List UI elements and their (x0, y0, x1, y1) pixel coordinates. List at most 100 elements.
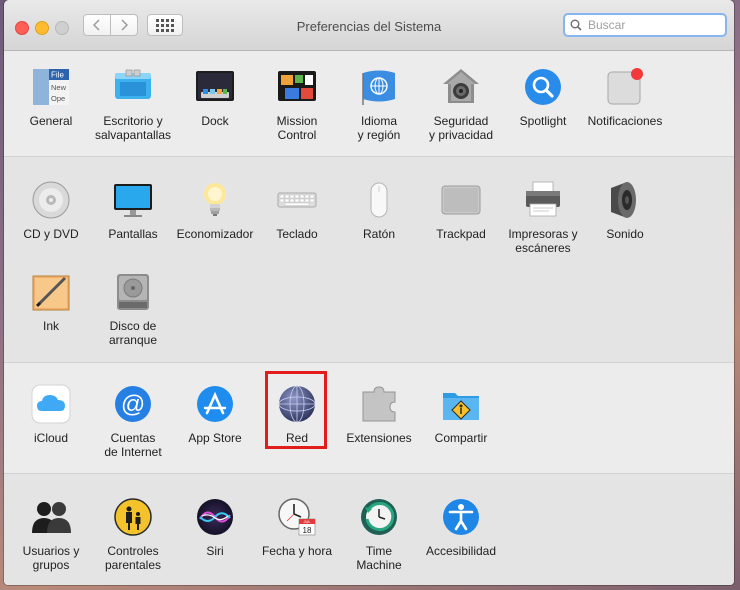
pref-label: Idioma y región (357, 114, 401, 142)
svg-text:18: 18 (303, 526, 312, 535)
pref-notifications[interactable]: Notificaciones (584, 66, 666, 128)
pref-desktop-screensaver[interactable]: Escritorio y salvapantallas (92, 66, 174, 142)
desktop-screensaver-icon (112, 66, 154, 108)
system-preferences-window: Preferencias del Sistema File New Ope (4, 0, 734, 585)
spotlight-icon (522, 66, 564, 108)
printers-scanners-icon (522, 179, 564, 221)
energy-saver-icon (194, 179, 236, 221)
pref-label: Economizador (176, 227, 254, 241)
pref-label: Compartir (434, 431, 488, 445)
close-window-button[interactable] (15, 21, 29, 35)
personal-section: File New Ope General Escritorio y salvap… (4, 51, 734, 155)
pref-label: Cuentas de Internet (104, 431, 162, 459)
language-region-icon (358, 66, 400, 108)
pref-keyboard[interactable]: Teclado (256, 179, 338, 241)
internet-section: iCloud @ Cuentas de Internet App Store R… (4, 362, 734, 473)
sharing-icon (440, 383, 482, 425)
pref-label: Trackpad (436, 227, 486, 241)
pref-label: Escritorio y salvapantallas (94, 114, 172, 142)
pref-mouse[interactable]: Ratón (338, 179, 420, 241)
pref-dock[interactable]: Dock (174, 66, 256, 128)
pref-sound[interactable]: Sonido (584, 179, 666, 241)
displays-icon (112, 179, 154, 221)
pref-cd-dvd[interactable]: CD y DVD (10, 179, 92, 241)
date-time-icon: JUL 18 (276, 496, 318, 538)
title-bar: Preferencias del Sistema (4, 0, 734, 51)
pref-label: CD y DVD (23, 227, 79, 241)
icloud-icon (30, 383, 72, 425)
pref-startup-disk[interactable]: Disco de arranque (92, 271, 174, 347)
pref-trackpad[interactable]: Trackpad (420, 179, 502, 241)
zoom-window-button[interactable] (55, 21, 69, 35)
mouse-icon (358, 179, 400, 221)
pref-energy-saver[interactable]: Economizador (174, 179, 256, 241)
pref-icloud[interactable]: iCloud (10, 383, 92, 445)
forward-button[interactable] (110, 14, 138, 36)
back-button[interactable] (83, 14, 111, 36)
pref-label: Siri (206, 544, 224, 558)
trackpad-icon (440, 179, 482, 221)
minimize-window-button[interactable] (35, 21, 49, 35)
grid-icon (156, 18, 174, 32)
pref-label: Teclado (276, 227, 318, 241)
pref-label: Impresoras y escáneres (508, 227, 578, 255)
pref-date-time[interactable]: JUL 18 Fecha y hora (256, 496, 338, 558)
pref-displays[interactable]: Pantallas (92, 179, 174, 241)
pref-label: Extensiones (346, 431, 412, 445)
svg-text:@: @ (121, 391, 145, 418)
svg-text:JUL: JUL (303, 519, 311, 524)
pref-users-groups[interactable]: Usuarios y grupos (10, 496, 92, 572)
pref-security-privacy[interactable]: Seguridad y privacidad (420, 66, 502, 142)
pref-label: Mission Control (276, 114, 318, 142)
search-input[interactable] (586, 17, 710, 33)
mission-control-icon (276, 66, 318, 108)
notifications-icon (604, 66, 646, 108)
pref-label: Fecha y hora (261, 544, 333, 558)
dock-icon (194, 66, 236, 108)
startup-disk-icon (112, 271, 154, 313)
pref-label: Controles parentales (104, 544, 162, 572)
pref-label: Seguridad y privacidad (428, 114, 494, 142)
pref-accessibility[interactable]: Accesibilidad (420, 496, 502, 558)
chevron-right-icon (121, 19, 128, 31)
search-field[interactable] (563, 13, 727, 37)
pref-label: App Store (188, 431, 242, 445)
pref-internet-accounts[interactable]: @ Cuentas de Internet (92, 383, 174, 459)
svg-text:Ope: Ope (51, 94, 65, 103)
pref-general[interactable]: File New Ope General (10, 66, 92, 128)
pref-spotlight[interactable]: Spotlight (502, 66, 584, 128)
time-machine-icon (358, 496, 400, 538)
svg-text:New: New (51, 83, 67, 92)
pref-label: General (29, 114, 73, 128)
siri-icon (194, 496, 236, 538)
keyboard-icon (276, 179, 318, 221)
pref-ink[interactable]: Ink (10, 271, 92, 333)
pref-app-store[interactable]: App Store (174, 383, 256, 445)
pref-time-machine[interactable]: Time Machine (338, 496, 420, 572)
chevron-left-icon (93, 19, 100, 31)
pref-siri[interactable]: Siri (174, 496, 256, 558)
pref-label: Ink (42, 319, 59, 333)
pref-printers-scanners[interactable]: Impresoras y escáneres (502, 179, 584, 255)
pref-label: Sonido (606, 227, 644, 241)
pref-label: Notificaciones (587, 114, 663, 128)
system-section: Usuarios y grupos Controles parentales S… (4, 473, 734, 585)
sound-icon (604, 179, 646, 221)
pref-label: Disco de arranque (108, 319, 158, 347)
window-title: Preferencias del Sistema (296, 19, 442, 34)
users-groups-icon (30, 496, 72, 538)
extensions-icon (358, 383, 400, 425)
ink-icon (30, 271, 72, 313)
pref-sharing[interactable]: Compartir (420, 383, 502, 445)
general-icon: File New Ope (30, 66, 72, 108)
pref-extensions[interactable]: Extensiones (338, 383, 420, 445)
pref-mission-control[interactable]: Mission Control (256, 66, 338, 142)
pref-language-region[interactable]: Idioma y región (338, 66, 420, 142)
network-highlight-frame (265, 371, 327, 449)
svg-text:File: File (51, 71, 64, 80)
search-icon (570, 19, 582, 31)
internet-accounts-icon: @ (112, 383, 154, 425)
pref-parental-controls[interactable]: Controles parentales (92, 496, 174, 572)
show-all-button[interactable] (147, 14, 183, 36)
hardware-section: CD y DVD Pantallas Economizador Teclado … (4, 156, 734, 362)
